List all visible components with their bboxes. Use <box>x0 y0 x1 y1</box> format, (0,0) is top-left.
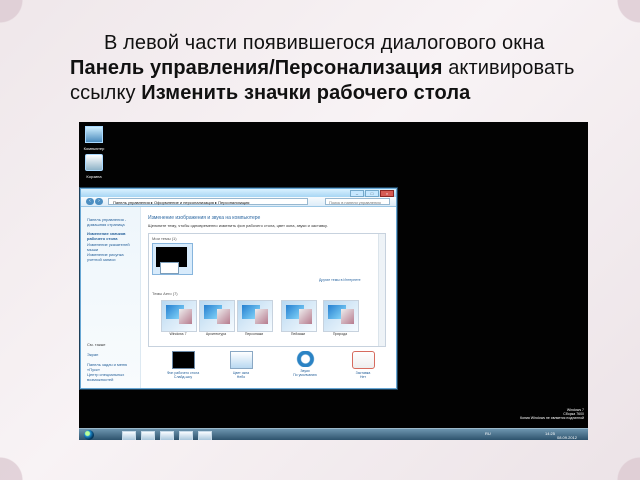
computer-icon <box>85 126 103 143</box>
system-tray: RU 14:25 08.09.2012 <box>479 431 584 440</box>
desktop-icon-label: Компьютер <box>83 146 105 151</box>
back-button[interactable]: ‹ <box>86 198 94 205</box>
sidebar-taskbar-start-link[interactable]: Панель задач и меню «Пуск» <box>87 362 136 372</box>
window-color-icon <box>229 351 253 369</box>
themes-list: Мои темы (1) Другие темы в Интернете Тем… <box>148 233 386 347</box>
sounds-icon <box>294 351 316 367</box>
theme-thumb-windows-7[interactable] <box>161 300 197 332</box>
sidebar-accessibility-link[interactable]: Центр специальных возможностей <box>87 372 136 382</box>
maximize-button[interactable]: □ <box>365 190 379 197</box>
theme-thumb-characters[interactable] <box>237 300 273 332</box>
address-bar: ‹ › Панель управления ▸ Оформление и пер… <box>81 197 396 207</box>
control-panel-sidebar: Панель управления - домашняя страница Из… <box>81 207 141 388</box>
language-indicator[interactable]: RU <box>485 431 491 436</box>
sounds-tool[interactable]: Звуки По умолчанию <box>279 351 331 377</box>
windows-taskbar: RU 14:25 08.09.2012 <box>79 428 588 440</box>
screensaver-icon <box>351 351 375 369</box>
clock-time[interactable]: 14:25 <box>545 431 555 436</box>
sidebar-change-mouse-pointers-link[interactable]: Изменение указателей мыши <box>87 242 136 252</box>
watermark-line: Копия Windows не является подлинной <box>520 416 584 420</box>
sidebar-display-link[interactable]: Экран <box>87 352 136 357</box>
desktop-background-tool[interactable]: Фон рабочего стола Слайд-шоу <box>157 351 209 379</box>
forward-button[interactable]: › <box>95 198 103 205</box>
online-themes-link[interactable]: Другие темы в Интернете <box>319 278 361 282</box>
close-button[interactable]: × <box>380 190 394 197</box>
recycle-bin-icon <box>85 154 103 171</box>
theme-thumb-nature[interactable] <box>323 300 359 332</box>
sidebar-change-account-picture-link[interactable]: Изменение рисунка учетной записи <box>87 252 136 262</box>
screensaver-tool[interactable]: Заставка Нет <box>337 351 389 379</box>
search-input[interactable]: Поиск в панели управления <box>325 198 390 205</box>
window-color-tool[interactable]: Цвет окна Небо <box>215 351 267 379</box>
sidebar-home-link[interactable]: Панель управления - домашняя страница <box>87 217 136 227</box>
taskbar-media-icon[interactable] <box>141 431 155 440</box>
tool-value: По умолчанию <box>293 373 317 377</box>
aero-themes-label: Темы Aero (7) <box>152 291 178 296</box>
window-controls: – □ × <box>350 190 394 197</box>
theme-preview-window <box>160 262 179 274</box>
theme-label: Персонажи <box>244 332 264 336</box>
personalization-window[interactable]: – □ × ‹ › Панель управления ▸ Оформление… <box>80 188 397 389</box>
address-field[interactable]: Панель управления ▸ Оформление и персона… <box>108 198 308 205</box>
personalization-tools: Фон рабочего стола Слайд-шоу Цвет окна Н… <box>157 351 387 387</box>
themes-scrollbar[interactable] <box>378 234 385 346</box>
start-button[interactable] <box>84 430 94 440</box>
windows-desktop-screenshot: Компьютер Корзина – □ × ‹ › Панель управ… <box>79 122 588 440</box>
theme-label: Windows 7 <box>169 332 187 336</box>
taskbar-word-icon[interactable] <box>160 431 174 440</box>
tool-value: Слайд-шоу <box>173 375 193 379</box>
theme-label: Природа <box>332 332 348 336</box>
control-panel-personalization-bold-text: Панель управления/Персонализация <box>70 57 443 79</box>
change-desktop-icons-bold-text: Изменить значки рабочего стола <box>141 82 471 104</box>
theme-label: Архитектура <box>205 332 227 336</box>
window-titlebar[interactable]: – □ × <box>81 189 396 197</box>
page-title: Изменение изображения и звука на компьют… <box>148 215 261 221</box>
taskbar-paint-icon[interactable] <box>179 431 193 440</box>
personalization-main-panel: Изменение изображения и звука на компьют… <box>141 207 396 388</box>
minimize-button[interactable]: – <box>350 190 364 197</box>
windows-watermark: Windows 7 Сборка 7600 Копия Windows не я… <box>516 408 584 420</box>
tool-value: Нет <box>360 375 366 379</box>
theme-label: Пейзажи <box>290 332 306 336</box>
current-theme-tile[interactable] <box>152 243 193 275</box>
taskbar-control-panel-icon[interactable] <box>198 431 212 440</box>
page-subtitle: Щелкните тему, чтобы одновременно измени… <box>148 223 328 228</box>
desktop-icon-recycle-bin[interactable]: Корзина <box>82 154 106 187</box>
sidebar-change-desktop-icons-link[interactable]: Изменение значков рабочего стола <box>87 231 136 241</box>
slide-text-part-1: В левой части появившегося диалогового о… <box>104 32 545 54</box>
clock-date[interactable]: 08.09.2012 <box>557 435 577 440</box>
taskbar-explorer-icon[interactable] <box>122 431 136 440</box>
theme-thumb-architecture[interactable] <box>199 300 235 332</box>
desktop-icon-label: Корзина <box>86 174 102 179</box>
slide-instruction-text: В левой части появившегося диалогового о… <box>70 31 595 106</box>
desktop-background-icon <box>171 351 195 369</box>
sidebar-see-also-heading: См. также <box>87 342 106 347</box>
my-themes-label: Мои темы (1) <box>152 236 177 241</box>
theme-thumb-landscapes[interactable] <box>281 300 317 332</box>
tool-value: Небо <box>236 375 246 379</box>
